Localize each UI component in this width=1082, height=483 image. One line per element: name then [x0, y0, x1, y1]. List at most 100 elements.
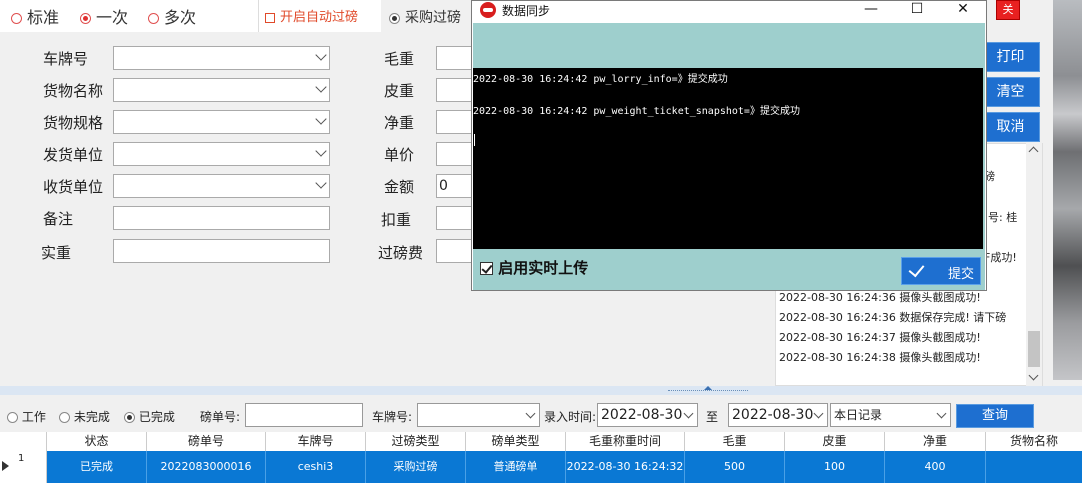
- log-line: 号: 桂: [988, 211, 1018, 224]
- splitter-grip: [668, 390, 748, 392]
- log-line: 2022-08-30 16:24:37 摄像头截图成功!: [779, 331, 981, 344]
- sender-select[interactable]: [113, 142, 330, 166]
- dialog-body: 2022-08-30 16:24:42 pw_lorry_info=》提交成功 …: [473, 23, 985, 290]
- mode-standard-radio[interactable]: 标准: [11, 4, 59, 28]
- console-line: 2022-08-30 16:24:42 pw_weight_ticket_sna…: [473, 106, 800, 117]
- mode-bar: 标准 一次 多次 开启自动过磅 采购过磅: [0, 0, 480, 32]
- weighing-fee-input[interactable]: [436, 239, 472, 263]
- log-line: 2022-08-30 16:24:36 数据保存完成! 请下磅: [779, 311, 1007, 324]
- column-header[interactable]: 皮重: [785, 432, 885, 451]
- dialog-title: 数据同步: [502, 4, 551, 18]
- cell-tare: 100: [785, 451, 885, 483]
- status-incomplete-radio[interactable]: 未完成: [59, 408, 110, 425]
- cell-plate: ceshi3: [266, 451, 366, 483]
- scroll-up-icon[interactable]: [1028, 146, 1039, 157]
- column-header[interactable]: 车牌号: [266, 432, 366, 451]
- deduct-weight-label: 扣重: [381, 211, 412, 229]
- maximize-icon[interactable]: ☐: [894, 1, 940, 17]
- cell-ticket-type: 普通磅单: [466, 451, 566, 483]
- radio-icon: [11, 13, 22, 24]
- auto-weigh-checkbox[interactable]: 开启自动过磅: [265, 6, 358, 25]
- column-header[interactable]: 净重: [885, 432, 986, 451]
- column-header[interactable]: 毛重: [685, 432, 785, 451]
- date-from-picker[interactable]: 2022-08-30: [597, 403, 698, 427]
- chevron-down-icon: [315, 49, 327, 61]
- cell-goods-name: [986, 451, 1082, 483]
- chevron-down-icon: [315, 81, 327, 93]
- scroll-down-icon[interactable]: [1028, 370, 1039, 381]
- goods-name-select[interactable]: [113, 78, 330, 102]
- log-line: 2022-08-30 16:24:36 摄像头截图成功!: [779, 291, 981, 304]
- plate-select[interactable]: [113, 46, 330, 70]
- query-button[interactable]: 查询: [956, 404, 1034, 428]
- net-weight-input[interactable]: [436, 110, 472, 134]
- amount-input[interactable]: 0: [436, 174, 472, 198]
- receiver-select[interactable]: [113, 174, 330, 198]
- submit-button[interactable]: 提交: [901, 257, 981, 285]
- app-logo-icon: [480, 2, 496, 18]
- radio-icon: [148, 13, 159, 24]
- tare-weight-input[interactable]: [436, 78, 472, 102]
- photo-border: [1043, 0, 1053, 383]
- collapse-up-icon[interactable]: [704, 386, 712, 390]
- log-line: 2022-08-30 16:24:38 摄像头截图成功!: [779, 351, 981, 364]
- status-work-radio[interactable]: 工作: [7, 408, 46, 425]
- column-header[interactable]: 货物名称: [986, 432, 1082, 451]
- unit-price-label: 单价: [384, 146, 415, 164]
- mode-once-radio[interactable]: 一次: [80, 4, 128, 28]
- radio-selected-icon: [80, 13, 91, 24]
- column-header[interactable]: 过磅类型: [366, 432, 466, 451]
- column-header[interactable]: 磅单号: [147, 432, 266, 451]
- deduct-weight-input[interactable]: [436, 206, 472, 230]
- cancel-button[interactable]: 取消: [981, 112, 1040, 142]
- log-scrollbar[interactable]: [1026, 143, 1042, 386]
- cell-gross-time: 2022-08-30 16:24:32: [566, 451, 685, 483]
- to-label: 至: [706, 410, 719, 424]
- date-to-picker[interactable]: 2022-08-30: [728, 403, 828, 427]
- log-line: F成功!: [984, 251, 1017, 264]
- actual-weight-input[interactable]: [113, 239, 330, 263]
- print-button[interactable]: 打印: [981, 42, 1040, 72]
- mode-multiple-radio[interactable]: 多次: [148, 4, 196, 28]
- radio-selected-icon: [124, 412, 135, 423]
- cell-ticket-no: 2022083000016: [147, 451, 266, 483]
- minimize-icon[interactable]: —: [848, 1, 894, 17]
- realtime-upload-checkbox[interactable]: 启用实时上传: [480, 257, 588, 278]
- table-row[interactable]: 1 已完成 2022083000016 ceshi3 采购过磅 普通磅单 202…: [0, 451, 1082, 483]
- check-icon: [908, 260, 925, 278]
- panel-splitter[interactable]: [0, 386, 1082, 395]
- records-table-header: 状态 磅单号 车牌号 过磅类型 磅单类型 毛重称重时间 毛重 皮重 净重 货物名…: [0, 432, 1082, 451]
- goods-spec-label: 货物规格: [43, 114, 104, 132]
- weigh-type-radio[interactable]: 采购过磅: [389, 7, 461, 27]
- clear-button[interactable]: 清空: [981, 77, 1040, 107]
- close-icon[interactable]: ✕: [940, 1, 986, 17]
- column-header[interactable]: 状态: [47, 432, 147, 451]
- chevron-down-icon: [813, 408, 824, 419]
- entry-time-label: 录入时间:: [544, 410, 597, 424]
- ticket-no-input[interactable]: [245, 403, 363, 427]
- receiver-label: 收货单位: [43, 178, 104, 196]
- dialog-titlebar[interactable]: 数据同步 — ☐ ✕: [472, 1, 986, 23]
- goods-spec-select[interactable]: [113, 110, 330, 134]
- plate-filter-label: 车牌号:: [372, 410, 413, 424]
- scroll-thumb[interactable]: [1028, 331, 1040, 367]
- column-header[interactable]: 毛重称重时间: [566, 432, 685, 451]
- remark-input[interactable]: [113, 206, 330, 230]
- close-button[interactable]: 关: [996, 0, 1020, 20]
- status-complete-radio[interactable]: 已完成: [124, 408, 175, 425]
- plate-filter-select[interactable]: [417, 403, 540, 427]
- radio-selected-icon: [389, 12, 400, 24]
- cell-weigh-type: 采购过磅: [366, 451, 466, 483]
- range-select[interactable]: 本日记录: [830, 403, 951, 427]
- chevron-down-icon: [683, 408, 694, 419]
- camera-snapshot: [1053, 0, 1082, 380]
- chevron-down-icon: [525, 408, 536, 419]
- remark-label: 备注: [43, 210, 74, 228]
- row-indicator[interactable]: 1: [0, 451, 47, 483]
- gross-weight-input[interactable]: [436, 46, 472, 70]
- current-row-icon: [2, 461, 9, 471]
- sync-console[interactable]: 2022-08-30 16:24:42 pw_lorry_info=》提交成功 …: [473, 68, 983, 249]
- divider: [258, 0, 259, 32]
- unit-price-input[interactable]: [436, 142, 472, 166]
- column-header[interactable]: 磅单类型: [466, 432, 566, 451]
